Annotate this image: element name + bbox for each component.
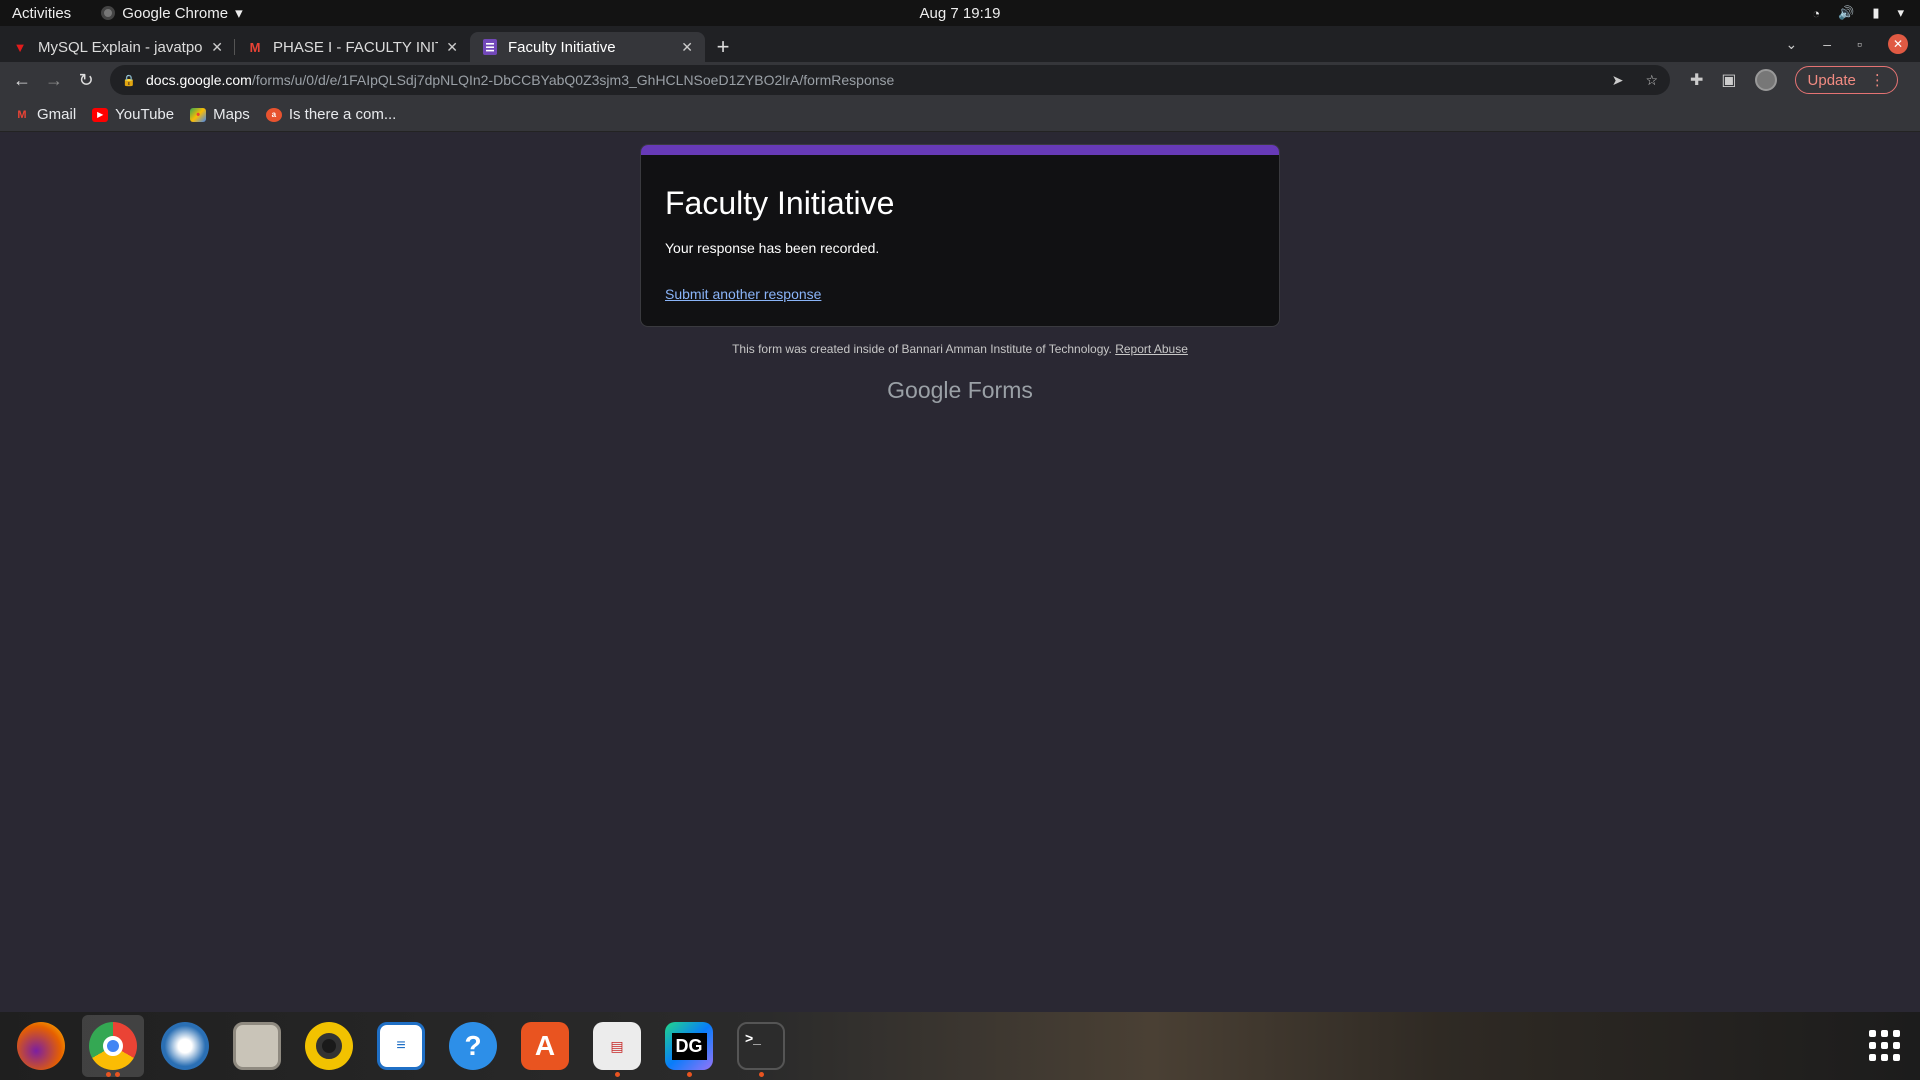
close-icon[interactable]: ✕ (211, 39, 223, 56)
url-host: docs.google.com (146, 72, 252, 88)
app-menu[interactable]: Google Chrome ▾ (101, 4, 243, 22)
tab-faculty-initiative[interactable]: Faculty Initiative ✕ (470, 32, 705, 62)
volume-icon: 🔊 (1838, 5, 1855, 20)
dock-firefox[interactable] (10, 1015, 72, 1077)
update-label: Update (1807, 71, 1856, 89)
show-applications-icon[interactable] (1869, 1030, 1900, 1061)
restore-icon[interactable]: ▫ (1857, 36, 1862, 52)
dock-rhythmbox[interactable] (298, 1015, 360, 1077)
javatpoint-favicon: ▼ (13, 39, 27, 55)
help-icon: ? (449, 1022, 497, 1070)
activities-button[interactable]: Activities (12, 5, 71, 22)
footer-text: This form was created inside of Bannari … (732, 342, 1112, 356)
bookmark-youtube[interactable]: ▶ YouTube (92, 106, 174, 123)
ask-icon: a (265, 107, 282, 122)
tab-strip: ▼ MySQL Explain - javatpoint ✕ M PHASE I… (0, 26, 1920, 62)
bookmark-star-icon[interactable]: ☆ (1645, 72, 1658, 89)
dock-files[interactable] (226, 1015, 288, 1077)
bookmark-label: Gmail (37, 106, 77, 123)
chrome-icon (89, 1022, 137, 1070)
url-path: /forms/u/0/d/e/1FAIpQLSdj7dpNLQIn2-DbCCB… (251, 72, 895, 88)
forward-icon[interactable]: → (38, 70, 70, 91)
avatar[interactable] (1754, 69, 1777, 91)
tab-title: PHASE I - FACULTY INITIATIVE (273, 38, 438, 56)
gmail-favicon: M (249, 39, 261, 55)
running-indicator (106, 1072, 111, 1077)
dock-terminal[interactable]: >_ (730, 1015, 792, 1077)
minimize-icon[interactable]: – (1823, 36, 1831, 52)
window-close-icon[interactable]: ✕ (1888, 34, 1908, 54)
bookmark-ask[interactable]: a Is there a com... (265, 106, 397, 123)
terminal-icon: >_ (737, 1022, 785, 1070)
browser-toolbar: ← → ↻ 🔒 docs.google.com /forms/u/0/d/e/1… (0, 62, 1920, 98)
google-forms-favicon (482, 39, 498, 55)
chevron-down-icon: ▾ (1897, 5, 1904, 20)
chrome-icon (101, 6, 116, 20)
form-title: Faculty Initiative (665, 185, 895, 221)
battery-icon: ▮ (1872, 5, 1880, 20)
firefox-icon (17, 1022, 65, 1070)
form-footer-note: This form was created inside of Bannari … (640, 342, 1280, 356)
side-panel-icon[interactable]: ▣ (1721, 70, 1736, 90)
document-viewer-icon: ▤ (593, 1022, 641, 1070)
bookmark-maps[interactable]: • Maps (190, 106, 250, 123)
maps-icon: • (190, 107, 207, 122)
submit-another-response-link[interactable]: Submit another response (665, 286, 821, 302)
software-store-icon: A (521, 1022, 569, 1070)
reload-icon[interactable]: ↻ (70, 70, 102, 91)
wifi-icon: ◔ (1812, 5, 1821, 21)
tab-title: Faculty Initiative (508, 38, 616, 56)
close-icon[interactable]: ✕ (681, 39, 693, 56)
extensions-icon[interactable]: ✚ (1690, 70, 1703, 90)
datagrip-icon: DG (665, 1022, 713, 1070)
close-icon[interactable]: ✕ (446, 39, 458, 56)
lock-icon[interactable]: 🔒 (122, 74, 136, 87)
form-response-card: Faculty Initiative Your response has bee… (640, 144, 1280, 327)
update-button[interactable]: Update ⋮ (1794, 66, 1898, 94)
youtube-icon: ▶ (92, 107, 109, 122)
running-indicator (115, 1072, 120, 1077)
google-forms-logo[interactable]: Google Forms (640, 377, 1280, 404)
app-menu-label: Google Chrome (122, 4, 229, 22)
chevron-down-icon: ▾ (235, 5, 243, 22)
tab-javatpoint[interactable]: ▼ MySQL Explain - javatpoint ✕ (0, 32, 235, 62)
tab-gmail[interactable]: M PHASE I - FACULTY INITIATIVE ✕ (235, 32, 470, 62)
address-bar[interactable]: 🔒 docs.google.com /forms/u/0/d/e/1FAIpQL… (110, 65, 1670, 95)
dock-help[interactable]: ? (442, 1015, 504, 1077)
send-icon[interactable]: ➤ (1612, 72, 1624, 89)
bookmarks-bar: M Gmail ▶ YouTube • Maps a Is there a co… (0, 98, 1920, 132)
form-accent-bar (641, 145, 1279, 155)
thunderbird-icon (161, 1022, 209, 1070)
dock-writer[interactable]: ≡ (370, 1015, 432, 1077)
running-indicator (687, 1072, 692, 1077)
dock: ≡ ? A ▤ DG >_ (0, 1012, 1920, 1080)
bookmark-gmail[interactable]: M Gmail (14, 106, 76, 123)
rhythmbox-icon (305, 1022, 353, 1070)
running-indicator (759, 1072, 764, 1077)
writer-icon: ≡ (377, 1022, 425, 1070)
clock[interactable]: Aug 7 19:19 (920, 5, 1001, 22)
dock-document-viewer[interactable]: ▤ (586, 1015, 648, 1077)
bookmark-label: Is there a com... (288, 106, 397, 123)
dock-software[interactable]: A (514, 1015, 576, 1077)
tab-title: MySQL Explain - javatpoint (38, 38, 204, 56)
files-icon (233, 1022, 281, 1070)
bookmark-label: Maps (213, 106, 250, 123)
dock-datagrip[interactable]: DG (658, 1015, 720, 1077)
system-tray[interactable]: ◔ 🔊 ▮ ▾ (1812, 5, 1904, 21)
more-menu-icon: ⋮ (1869, 72, 1885, 89)
tab-search-icon[interactable]: ⌄ (1786, 36, 1798, 53)
dock-chrome[interactable] (82, 1015, 144, 1077)
response-recorded-message: Your response has been recorded. (665, 240, 880, 256)
gmail-icon: M (17, 108, 27, 121)
dock-thunderbird[interactable] (154, 1015, 216, 1077)
back-icon[interactable]: ← (6, 70, 38, 91)
report-abuse-link[interactable]: Report Abuse (1115, 342, 1188, 356)
window-controls: ⌄ – ▫ ✕ (1786, 26, 1920, 62)
running-indicator (615, 1072, 620, 1077)
system-top-bar: Activities Google Chrome ▾ Aug 7 19:19 ◔… (0, 0, 1920, 26)
bookmark-label: YouTube (115, 106, 175, 123)
new-tab-button[interactable]: + (705, 32, 741, 62)
